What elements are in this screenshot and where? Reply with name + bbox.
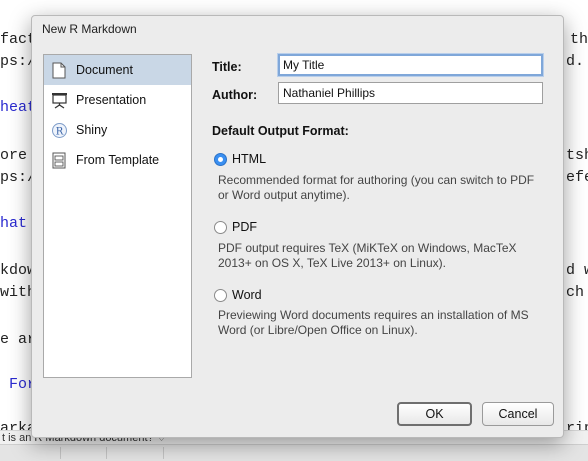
sidebar-item-label: From Template: [76, 153, 160, 167]
shiny-r-icon: R: [50, 121, 68, 139]
svg-text:R: R: [55, 126, 63, 137]
sidebar-item-document[interactable]: Document: [44, 55, 191, 85]
pdf-radio[interactable]: [214, 221, 227, 234]
editor-fragment: d.: [566, 53, 585, 70]
editor-fragment: d w: [566, 262, 588, 279]
sidebar-item-label: Shiny: [76, 123, 108, 137]
tab[interactable]: [0, 447, 61, 459]
sidebar-item-from-template[interactable]: From Template: [44, 145, 191, 175]
html-option-description: Recommended format for authoring (you ca…: [218, 173, 535, 202]
template-icon: [50, 151, 68, 169]
dialog-title: New R Markdown: [42, 22, 137, 36]
presentation-icon: [50, 91, 68, 109]
sidebar-item-presentation[interactable]: Presentation: [44, 85, 191, 115]
document-type-list: Document Presentation R Shiny From Templ…: [43, 54, 192, 378]
pdf-option-description: PDF output requires TeX (MiKTeX on Windo…: [218, 241, 517, 270]
tab[interactable]: [108, 447, 164, 459]
sidebar-item-shiny[interactable]: R Shiny: [44, 115, 191, 145]
editor-fragment: tsh: [566, 147, 588, 164]
word-radio[interactable]: [214, 289, 227, 302]
sidebar-item-label: Document: [76, 63, 133, 77]
new-r-markdown-dialog: New R Markdown Document Presentation R S…: [31, 15, 564, 438]
author-input[interactable]: Nathaniel Phillips: [278, 82, 543, 104]
tab[interactable]: [62, 447, 107, 459]
bottom-tab-strip: [0, 444, 588, 461]
document-icon: [50, 61, 68, 79]
editor-fragment: ch: [566, 284, 585, 301]
cancel-button[interactable]: Cancel: [482, 402, 554, 426]
author-label: Author:: [212, 88, 258, 102]
pdf-option-label[interactable]: PDF: [232, 220, 257, 234]
title-label: Title:: [212, 60, 242, 74]
title-input[interactable]: My Title: [278, 54, 543, 76]
ok-button[interactable]: OK: [397, 402, 472, 426]
editor-fragment: th: [570, 31, 588, 48]
editor-fragment: efe: [566, 169, 588, 186]
html-option-label[interactable]: HTML: [232, 152, 266, 166]
sidebar-item-label: Presentation: [76, 93, 147, 107]
word-option-description: Previewing Word documents requires an in…: [218, 308, 529, 337]
word-option-label[interactable]: Word: [232, 288, 262, 302]
output-format-heading: Default Output Format:: [212, 124, 349, 138]
html-radio[interactable]: [214, 153, 227, 166]
